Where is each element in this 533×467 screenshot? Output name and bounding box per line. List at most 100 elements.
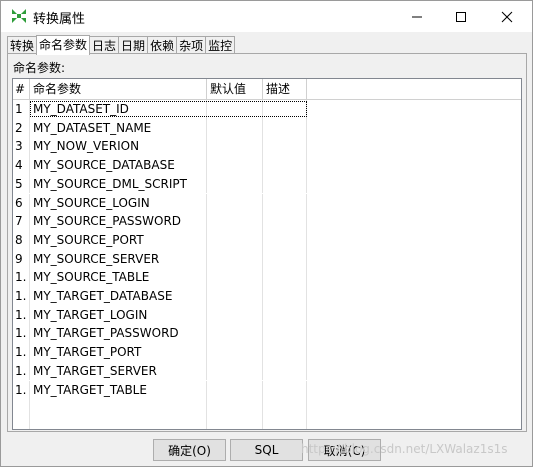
row-number[interactable]: 1.	[13, 380, 30, 400]
row-number[interactable]: 4	[13, 156, 30, 175]
param-name-cell[interactable]: MY_TARGET_PORT	[30, 343, 207, 362]
header-name[interactable]: 命名参数	[30, 79, 207, 99]
default-value-cell[interactable]	[207, 118, 263, 138]
default-value-cell[interactable]	[207, 137, 263, 157]
description-cell[interactable]	[263, 324, 307, 344]
row-number[interactable]: 1.	[13, 343, 30, 362]
title-bar[interactable]: 转换属性	[1, 1, 532, 32]
param-name-cell[interactable]: MY_SOURCE_LOGIN	[30, 193, 207, 213]
row-number[interactable]: 1.	[13, 324, 30, 344]
table-row[interactable]: 1. MY_TARGET_PORT	[13, 343, 521, 362]
table-row[interactable]: 1. MY_TARGET_SERVER	[13, 361, 521, 381]
param-name-cell[interactable]: MY_SOURCE_TABLE	[30, 268, 207, 287]
empty-cell	[30, 417, 207, 429]
description-cell[interactable]	[263, 100, 307, 119]
tab-monitor[interactable]: 监控	[205, 36, 236, 54]
table-row[interactable]: 1. MY_TARGET_LOGIN	[13, 305, 521, 325]
param-name-cell[interactable]: MY_DATASET_NAME	[30, 118, 207, 138]
table-row[interactable]: 5 MY_SOURCE_DML_SCRIPT	[13, 174, 521, 194]
default-value-cell[interactable]	[207, 100, 263, 119]
row-number[interactable]: 5	[13, 174, 30, 194]
param-name-cell[interactable]: MY_TARGET_SERVER	[30, 361, 207, 381]
description-cell[interactable]	[263, 249, 307, 269]
table-row[interactable]: 1. MY_SOURCE_TABLE	[13, 268, 521, 287]
description-cell[interactable]	[263, 361, 307, 381]
table-row[interactable]: 6 MY_SOURCE_LOGIN	[13, 193, 521, 213]
description-cell[interactable]	[263, 212, 307, 231]
row-number[interactable]: 2	[13, 118, 30, 138]
tab-date[interactable]: 日期	[118, 36, 149, 54]
param-name-cell[interactable]: MY_SOURCE_SERVER	[30, 249, 207, 269]
description-cell[interactable]	[263, 380, 307, 400]
row-number[interactable]: 8	[13, 230, 30, 250]
default-value-cell[interactable]	[207, 174, 263, 194]
description-cell[interactable]	[263, 137, 307, 157]
default-value-cell[interactable]	[207, 230, 263, 250]
default-value-cell[interactable]	[207, 193, 263, 213]
tab-dependency[interactable]: 依赖	[147, 36, 178, 54]
default-value-cell[interactable]	[207, 287, 263, 306]
default-value-cell[interactable]	[207, 305, 263, 325]
param-name-cell[interactable]: MY_SOURCE_PASSWORD	[30, 212, 207, 231]
ok-button[interactable]: 确定(O)	[153, 439, 226, 461]
param-name-cell[interactable]: MY_NOW_VERION	[30, 137, 207, 157]
default-value-cell[interactable]	[207, 324, 263, 344]
table-row[interactable]: 2 MY_DATASET_NAME	[13, 118, 521, 138]
description-cell[interactable]	[263, 305, 307, 325]
description-cell[interactable]	[263, 193, 307, 213]
description-cell[interactable]	[263, 174, 307, 194]
table-row[interactable]: 8 MY_SOURCE_PORT	[13, 230, 521, 250]
default-value-cell[interactable]	[207, 380, 263, 400]
description-cell[interactable]	[263, 287, 307, 306]
minimize-button[interactable]	[394, 1, 440, 32]
table-row[interactable]: 1. MY_TARGET_PASSWORD	[13, 324, 521, 344]
tab-misc[interactable]: 杂项	[176, 36, 207, 54]
table-row[interactable]: 7 MY_SOURCE_PASSWORD	[13, 212, 521, 231]
header-default[interactable]: 默认值	[207, 79, 263, 99]
param-name-cell[interactable]: MY_SOURCE_DATABASE	[30, 156, 207, 175]
default-value-cell[interactable]	[207, 343, 263, 362]
row-number[interactable]: 1.	[13, 361, 30, 381]
tab-transform[interactable]: 转换	[7, 36, 38, 54]
description-cell[interactable]	[263, 268, 307, 287]
param-name-cell[interactable]: MY_SOURCE_PORT	[30, 230, 207, 250]
row-number[interactable]: 9	[13, 249, 30, 269]
row-number[interactable]: 7	[13, 212, 30, 231]
description-cell[interactable]	[263, 156, 307, 175]
table-row[interactable]: 1. MY_TARGET_DATABASE	[13, 287, 521, 306]
table-row[interactable]: 1. MY_TARGET_TABLE	[13, 380, 521, 400]
param-name-cell[interactable]: MY_DATASET_ID	[30, 100, 207, 119]
param-name-cell[interactable]: MY_TARGET_LOGIN	[30, 305, 207, 325]
description-cell[interactable]	[263, 343, 307, 362]
header-desc[interactable]: 描述	[263, 79, 307, 99]
row-number[interactable]: 1.	[13, 305, 30, 325]
default-value-cell[interactable]	[207, 212, 263, 231]
description-cell[interactable]	[263, 230, 307, 250]
table-row[interactable]: 9 MY_SOURCE_SERVER	[13, 249, 521, 269]
sql-button[interactable]: SQL	[230, 439, 303, 461]
table-row[interactable]: 1 MY_DATASET_ID	[13, 100, 521, 119]
row-number[interactable]: 3	[13, 137, 30, 157]
table-header: # 命名参数 默认值 描述	[13, 79, 521, 100]
default-value-cell[interactable]	[207, 361, 263, 381]
table-row[interactable]: 4 MY_SOURCE_DATABASE	[13, 156, 521, 175]
tab-log[interactable]: 日志	[89, 36, 120, 54]
header-num[interactable]: #	[13, 79, 30, 99]
param-name-cell[interactable]: MY_TARGET_DATABASE	[30, 287, 207, 306]
row-number[interactable]: 6	[13, 193, 30, 213]
table-row[interactable]: 3 MY_NOW_VERION	[13, 137, 521, 157]
param-name-cell[interactable]: MY_TARGET_TABLE	[30, 380, 207, 400]
row-number[interactable]: 1.	[13, 268, 30, 287]
tab-named-params[interactable]: 命名参数	[36, 35, 91, 55]
default-value-cell[interactable]	[207, 156, 263, 175]
default-value-cell[interactable]	[207, 249, 263, 269]
description-cell[interactable]	[263, 118, 307, 138]
param-name-cell[interactable]: MY_SOURCE_DML_SCRIPT	[30, 174, 207, 194]
default-value-cell[interactable]	[207, 268, 263, 287]
row-number[interactable]: 1.	[13, 287, 30, 306]
params-table[interactable]: # 命名参数 默认值 描述 1 MY_DATASET_ID 2 MY_DATASET_…	[12, 78, 522, 430]
row-number[interactable]: 1	[13, 100, 30, 119]
maximize-button[interactable]	[438, 1, 484, 32]
close-button[interactable]	[484, 1, 530, 32]
param-name-cell[interactable]: MY_TARGET_PASSWORD	[30, 324, 207, 344]
